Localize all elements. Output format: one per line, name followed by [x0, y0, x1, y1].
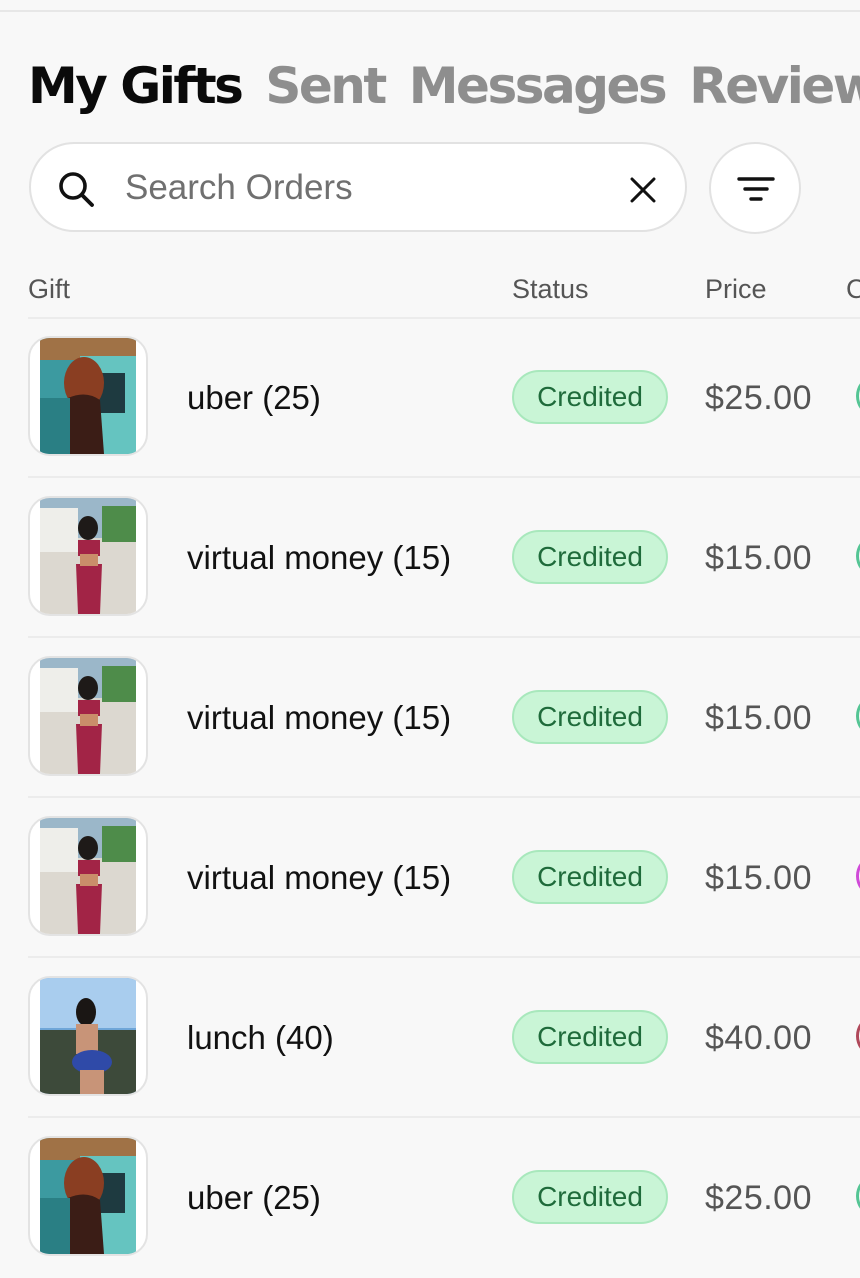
row-avatar-edge	[856, 1018, 860, 1054]
status-badge: Credited	[512, 690, 668, 744]
gift-photo	[40, 978, 136, 1094]
status-badge: Credited	[512, 370, 668, 424]
search-input[interactable]	[125, 164, 605, 212]
gift-thumbnail	[28, 336, 148, 456]
search-icon	[59, 172, 94, 207]
column-header-extra[interactable]: C	[846, 272, 860, 306]
gift-photo	[40, 1138, 136, 1254]
top-divider	[0, 10, 860, 12]
row-avatar-edge	[856, 378, 860, 414]
gift-thumbnail	[28, 1136, 148, 1256]
status-badge: Credited	[512, 850, 668, 904]
gift-price: $25.00	[705, 379, 812, 417]
gift-thumbnail	[28, 816, 148, 936]
gift-price: $40.00	[705, 1019, 812, 1057]
gift-price: $25.00	[705, 1179, 812, 1217]
gift-thumbnail	[28, 976, 148, 1096]
close-icon[interactable]	[629, 176, 657, 204]
row-avatar-edge	[856, 698, 860, 734]
table-row[interactable]: virtual money (15) Credited $15.00	[28, 638, 860, 798]
status-badge: Credited	[512, 1170, 668, 1224]
column-header-price[interactable]: Price	[705, 272, 767, 306]
tab-sent[interactable]: Sent	[265, 54, 387, 118]
gift-name: uber (25)	[187, 1179, 321, 1216]
tab-messages[interactable]: Messages	[409, 54, 668, 118]
status-badge: Credited	[512, 1010, 668, 1064]
tab-reviews[interactable]: Reviews	[689, 54, 860, 118]
gift-name: lunch (40)	[187, 1019, 334, 1056]
row-avatar-edge	[856, 1178, 860, 1214]
status-badge: Credited	[512, 530, 668, 584]
gift-photo	[40, 338, 136, 454]
gift-price: $15.00	[705, 539, 812, 577]
column-header-status[interactable]: Status	[512, 272, 589, 306]
filter-button[interactable]	[709, 142, 801, 234]
gift-price: $15.00	[705, 699, 812, 737]
column-header-gift[interactable]: Gift	[28, 272, 70, 306]
search-bar[interactable]	[29, 142, 687, 232]
row-avatar-edge	[856, 858, 860, 894]
table-row[interactable]: virtual money (15) Credited $15.00	[28, 798, 860, 958]
gift-price: $15.00	[705, 859, 812, 897]
gift-name: virtual money (15)	[187, 699, 452, 736]
table-row[interactable]: lunch (40) Credited $40.00	[28, 958, 860, 1118]
gift-name: virtual money (15)	[187, 859, 452, 896]
gift-thumbnail	[28, 656, 148, 776]
gift-name: virtual money (15)	[187, 539, 452, 576]
table-row[interactable]: uber (25) Credited $25.00	[28, 1118, 860, 1278]
filter-icon	[737, 177, 775, 201]
table-row[interactable]: virtual money (15) Credited $15.00	[28, 478, 860, 638]
gift-photo	[40, 498, 136, 614]
tab-bar: My Gifts Sent Messages Reviews	[28, 54, 860, 124]
tab-my-gifts[interactable]: My Gifts	[28, 54, 244, 118]
gift-photo	[40, 818, 136, 934]
gift-name: uber (25)	[187, 379, 321, 416]
gift-photo	[40, 658, 136, 774]
table-row[interactable]: uber (25) Credited $25.00	[28, 318, 860, 478]
row-avatar-edge	[856, 538, 860, 574]
gift-thumbnail	[28, 496, 148, 616]
